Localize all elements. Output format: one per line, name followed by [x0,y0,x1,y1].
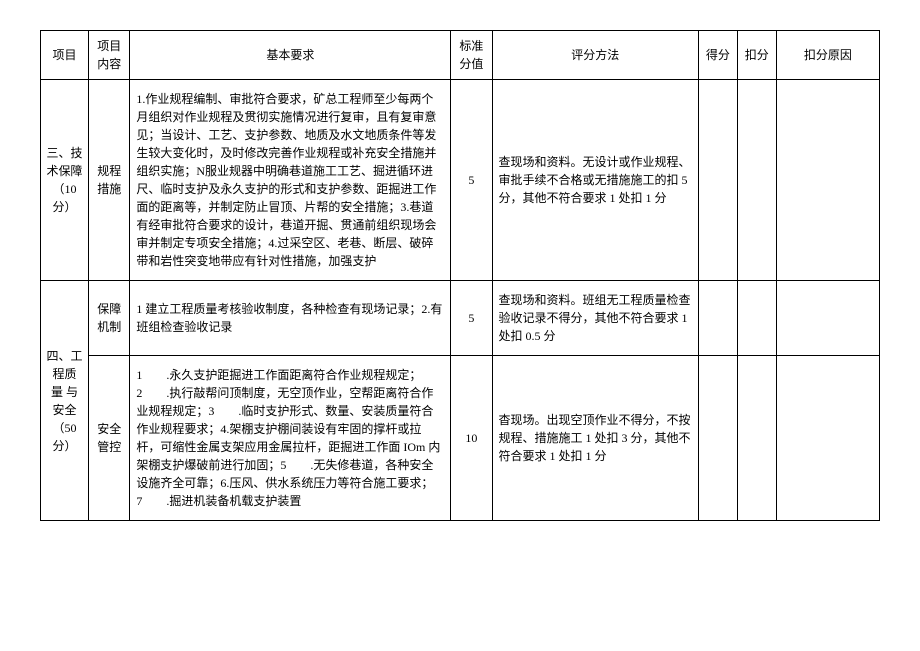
cell-deduct-score [737,281,776,356]
cell-got-score [698,356,737,521]
cell-project: 四、工程质 量 与安全（50 分） [41,281,89,521]
cell-got-score [698,281,737,356]
table-row: 四、工程质 量 与安全（50 分） 保障机制 1 建立工程质量考核验收制度，各种… [41,281,880,356]
header-deduct-score: 扣分 [737,31,776,80]
cell-requirements: 1 建立工程质量考核验收制度，各种检查有现场记录；2.有班组检查验收记录 [130,281,451,356]
scoring-table: 项目 项目内容 基本要求 标准分值 评分方法 得分 扣分 扣分原因 三、技术保障… [40,30,880,521]
cell-standard-score: 5 [451,80,492,281]
cell-deduct-score [737,80,776,281]
table-row: 安全管控 1 .永久支护距掘进工作面距离符合作业规程规定；2 .执行敲帮问顶制度… [41,356,880,521]
cell-deduct-reason [776,80,879,281]
cell-scoring-method: 杳现场。出现空顶作业不得分，不按规程、措施施工 1 处扣 3 分，其他不符合要求… [492,356,698,521]
header-got-score: 得分 [698,31,737,80]
cell-project: 三、技术保障（10 分） [41,80,89,281]
cell-standard-score: 10 [451,356,492,521]
cell-scoring-method: 查现场和资料。无设计或作业规程、审批手续不合格或无措施施工的扣 5 分，其他不符… [492,80,698,281]
cell-requirements: 1 .永久支护距掘进工作面距离符合作业规程规定；2 .执行敲帮问顶制度，无空顶作… [130,356,451,521]
cell-deduct-reason [776,356,879,521]
cell-requirements: 1.作业规程编制、审批符合要求，矿总工程师至少每两个月组织对作业规程及贯彻实施情… [130,80,451,281]
cell-content: 保障机制 [89,281,130,356]
cell-scoring-method: 查现场和资料。班组无工程质量检查验收记录不得分，其他不符合要求 1 处扣 0.5… [492,281,698,356]
cell-got-score [698,80,737,281]
cell-deduct-reason [776,281,879,356]
header-requirements: 基本要求 [130,31,451,80]
header-scoring-method: 评分方法 [492,31,698,80]
table-row: 三、技术保障（10 分） 规程措施 1.作业规程编制、审批符合要求，矿总工程师至… [41,80,880,281]
header-project: 项目 [41,31,89,80]
cell-standard-score: 5 [451,281,492,356]
cell-content: 规程措施 [89,80,130,281]
cell-content: 安全管控 [89,356,130,521]
cell-deduct-score [737,356,776,521]
header-deduct-reason: 扣分原因 [776,31,879,80]
table-header-row: 项目 项目内容 基本要求 标准分值 评分方法 得分 扣分 扣分原因 [41,31,880,80]
header-standard-score: 标准分值 [451,31,492,80]
header-content: 项目内容 [89,31,130,80]
